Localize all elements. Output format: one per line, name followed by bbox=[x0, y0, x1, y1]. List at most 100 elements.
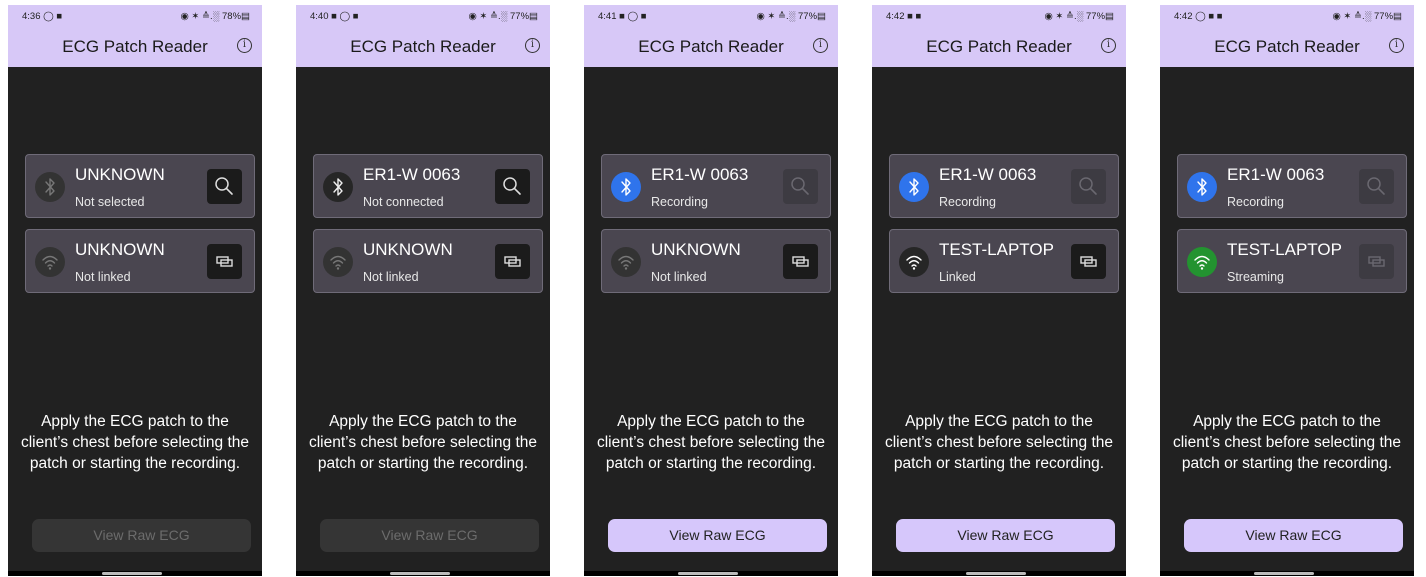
search-icon bbox=[503, 177, 521, 195]
link-name: UNKNOWN bbox=[363, 240, 453, 259]
status-time: 4:42 ◯ ■ ■ bbox=[1174, 11, 1223, 22]
nav-bar bbox=[1160, 571, 1414, 576]
link-button[interactable] bbox=[1071, 244, 1106, 279]
app-title: ECG Patch Reader bbox=[926, 37, 1072, 56]
status-bar: 4:42 ◯ ■ ■ ◉ ✶ ≙.░ 77%▤ bbox=[1160, 5, 1414, 27]
link-icon bbox=[792, 256, 809, 267]
bluetooth-icon bbox=[1187, 172, 1217, 202]
bluetooth-icon bbox=[323, 172, 353, 202]
patch-status: Not selected bbox=[75, 195, 145, 209]
patch-name: ER1-W 0063 bbox=[363, 165, 461, 184]
status-bar: 4:41 ■ ◯ ■ ◉ ✶ ≙.░ 77%▤ bbox=[584, 5, 838, 27]
link-status: Not linked bbox=[651, 270, 707, 284]
info-icon[interactable]: i bbox=[1101, 38, 1116, 53]
search-button[interactable] bbox=[783, 169, 818, 204]
link-button[interactable] bbox=[207, 244, 242, 279]
search-button[interactable] bbox=[1071, 169, 1106, 204]
app-title: ECG Patch Reader bbox=[350, 37, 496, 56]
phone-screen-4: 4:42 ■ ■ ◉ ✶ ≙.░ 77%▤ ECG Patch Reader i… bbox=[872, 5, 1126, 576]
patch-card: ER1-W 0063 Recording bbox=[1177, 154, 1407, 218]
link-card: TEST-LAPTOP Linked bbox=[889, 229, 1119, 293]
search-button[interactable] bbox=[1359, 169, 1394, 204]
status-time: 4:41 ■ ◯ ■ bbox=[598, 11, 647, 22]
info-icon[interactable]: i bbox=[813, 38, 828, 53]
search-icon bbox=[215, 177, 233, 195]
link-name: TEST-LAPTOP bbox=[939, 240, 1054, 259]
link-icon bbox=[216, 256, 233, 267]
bluetooth-icon bbox=[611, 172, 641, 202]
view-raw-ecg-button[interactable]: View Raw ECG bbox=[1184, 519, 1403, 552]
status-time: 4:36 ◯ ■ bbox=[22, 11, 63, 22]
search-icon bbox=[1367, 177, 1385, 195]
link-card: UNKNOWN Not linked bbox=[601, 229, 831, 293]
phone-screen-5: 4:42 ◯ ■ ■ ◉ ✶ ≙.░ 77%▤ ECG Patch Reader… bbox=[1160, 5, 1414, 576]
link-icon bbox=[1368, 256, 1385, 267]
app-bar: ECG Patch Reader i bbox=[872, 27, 1126, 67]
patch-name: ER1-W 0063 bbox=[939, 165, 1037, 184]
instructions-text: Apply the ECG patch to the client’s ches… bbox=[884, 413, 1114, 472]
patch-card: ER1-W 0063 Recording bbox=[601, 154, 831, 218]
link-status: Not linked bbox=[75, 270, 131, 284]
app-title: ECG Patch Reader bbox=[62, 37, 208, 56]
app-bar: ECG Patch Reader i bbox=[1160, 27, 1414, 67]
patch-status: Recording bbox=[939, 195, 996, 209]
view-raw-ecg-button[interactable]: View Raw ECG bbox=[32, 519, 251, 552]
instructions-text: Apply the ECG patch to the client’s ches… bbox=[20, 413, 250, 472]
link-icon bbox=[1080, 256, 1097, 267]
app-bar: ECG Patch Reader i bbox=[8, 27, 262, 67]
patch-card: ER1-W 0063 Recording bbox=[889, 154, 1119, 218]
search-icon bbox=[1079, 177, 1097, 195]
view-raw-ecg-button[interactable]: View Raw ECG bbox=[896, 519, 1115, 552]
home-indicator[interactable] bbox=[390, 572, 450, 575]
link-icon bbox=[504, 256, 521, 267]
phone-screen-3: 4:41 ■ ◯ ■ ◉ ✶ ≙.░ 77%▤ ECG Patch Reader… bbox=[584, 5, 838, 576]
status-bar: 4:40 ■ ◯ ■ ◉ ✶ ≙.░ 77%▤ bbox=[296, 5, 550, 27]
instructions-text: Apply the ECG patch to the client’s ches… bbox=[308, 413, 538, 472]
home-indicator[interactable] bbox=[966, 572, 1026, 575]
link-name: UNKNOWN bbox=[651, 240, 741, 259]
bluetooth-icon bbox=[35, 172, 65, 202]
nav-bar bbox=[584, 571, 838, 576]
home-indicator[interactable] bbox=[1254, 572, 1314, 575]
info-icon[interactable]: i bbox=[525, 38, 540, 53]
status-bar: 4:42 ■ ■ ◉ ✶ ≙.░ 77%▤ bbox=[872, 5, 1126, 27]
patch-name: ER1-W 0063 bbox=[1227, 165, 1325, 184]
nav-bar bbox=[872, 571, 1126, 576]
view-raw-ecg-button[interactable]: View Raw ECG bbox=[608, 519, 827, 552]
search-button[interactable] bbox=[495, 169, 530, 204]
view-raw-ecg-button[interactable]: View Raw ECG bbox=[320, 519, 539, 552]
patch-card: UNKNOWN Not selected bbox=[25, 154, 255, 218]
phone-screen-1: 4:36 ◯ ■ ◉ ✶ ≙.░ 78%▤ ECG Patch Reader i… bbox=[8, 5, 262, 576]
patch-name: ER1-W 0063 bbox=[651, 165, 749, 184]
patch-card: ER1-W 0063 Not connected bbox=[313, 154, 543, 218]
info-icon[interactable]: i bbox=[1389, 38, 1404, 53]
link-button[interactable] bbox=[495, 244, 530, 279]
home-indicator[interactable] bbox=[102, 572, 162, 575]
patch-status: Recording bbox=[651, 195, 708, 209]
info-icon[interactable]: i bbox=[237, 38, 252, 53]
link-card: UNKNOWN Not linked bbox=[313, 229, 543, 293]
link-card: TEST-LAPTOP Streaming bbox=[1177, 229, 1407, 293]
search-button[interactable] bbox=[207, 169, 242, 204]
instructions-text: Apply the ECG patch to the client’s ches… bbox=[596, 413, 826, 472]
status-time: 4:42 ■ ■ bbox=[886, 11, 922, 22]
home-indicator[interactable] bbox=[678, 572, 738, 575]
link-button[interactable] bbox=[783, 244, 818, 279]
link-status: Not linked bbox=[363, 270, 419, 284]
patch-name: UNKNOWN bbox=[75, 165, 165, 184]
search-icon bbox=[791, 177, 809, 195]
wifi-icon bbox=[35, 247, 65, 277]
link-status: Streaming bbox=[1227, 270, 1284, 284]
app-title: ECG Patch Reader bbox=[1214, 37, 1360, 56]
patch-status: Recording bbox=[1227, 195, 1284, 209]
nav-bar bbox=[296, 571, 550, 576]
app-title: ECG Patch Reader bbox=[638, 37, 784, 56]
status-bar: 4:36 ◯ ■ ◉ ✶ ≙.░ 78%▤ bbox=[8, 5, 262, 27]
link-button[interactable] bbox=[1359, 244, 1394, 279]
link-name: UNKNOWN bbox=[75, 240, 165, 259]
status-time: 4:40 ■ ◯ ■ bbox=[310, 11, 359, 22]
link-status: Linked bbox=[939, 270, 976, 284]
wifi-icon bbox=[899, 247, 929, 277]
wifi-icon bbox=[1187, 247, 1217, 277]
phone-screen-2: 4:40 ■ ◯ ■ ◉ ✶ ≙.░ 77%▤ ECG Patch Reader… bbox=[296, 5, 550, 576]
